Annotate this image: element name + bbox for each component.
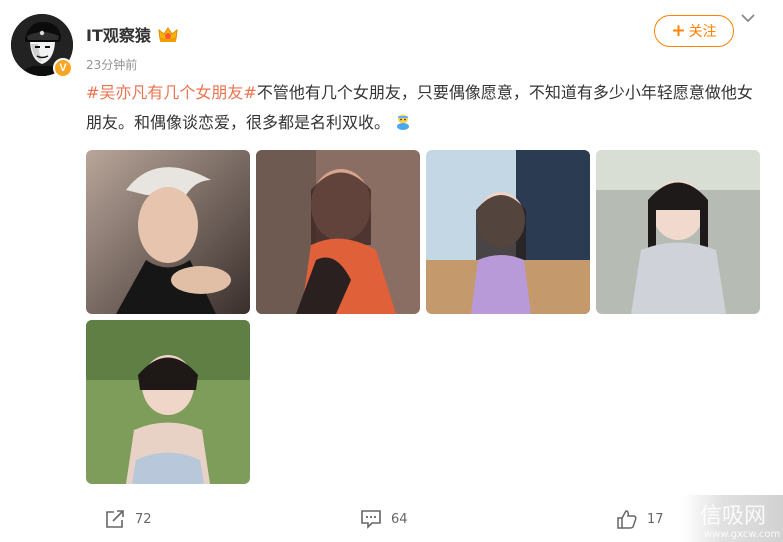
like-count: 17 <box>647 511 664 527</box>
verified-badge-icon: V <box>53 58 73 78</box>
thumbs-up-icon <box>617 510 637 529</box>
share-button[interactable]: 72 <box>104 507 152 531</box>
emoji-icon <box>397 114 410 130</box>
watermark-text: 信吸网 <box>700 504 766 529</box>
watermark: 信吸网 www.gxcw.com <box>682 495 783 542</box>
author-name[interactable]: IT观察猿 <box>86 22 151 46</box>
photo-5[interactable] <box>86 320 250 484</box>
comment-button[interactable]: 64 <box>360 507 408 531</box>
plus-icon: + <box>671 20 686 41</box>
follow-button[interactable]: + 关注 <box>654 15 734 47</box>
post-text: #吴亦凡有几个女朋友#不管他有几个女朋友，只要偶像愿意，不知道有多少小年轻愿意做… <box>86 78 766 138</box>
photo-4[interactable] <box>596 150 760 314</box>
share-icon <box>106 510 124 528</box>
crown-icon <box>158 27 178 42</box>
share-count: 72 <box>135 511 152 527</box>
like-button[interactable]: 17 <box>616 507 664 531</box>
comment-count: 64 <box>391 511 408 527</box>
post-time[interactable]: 23分钟前 <box>86 56 137 73</box>
chevron-down-icon[interactable] <box>739 12 757 26</box>
author-name-row: IT观察猿 <box>86 22 179 46</box>
watermark-url: www.gxcw.com <box>704 529 780 540</box>
comment-icon <box>361 510 381 529</box>
follow-label: 关注 <box>688 24 717 40</box>
hashtag-link[interactable]: #吴亦凡有几个女朋友# <box>86 83 257 102</box>
photo-3[interactable] <box>426 150 590 314</box>
photo-2[interactable] <box>256 150 420 314</box>
photo-1[interactable] <box>86 150 250 314</box>
